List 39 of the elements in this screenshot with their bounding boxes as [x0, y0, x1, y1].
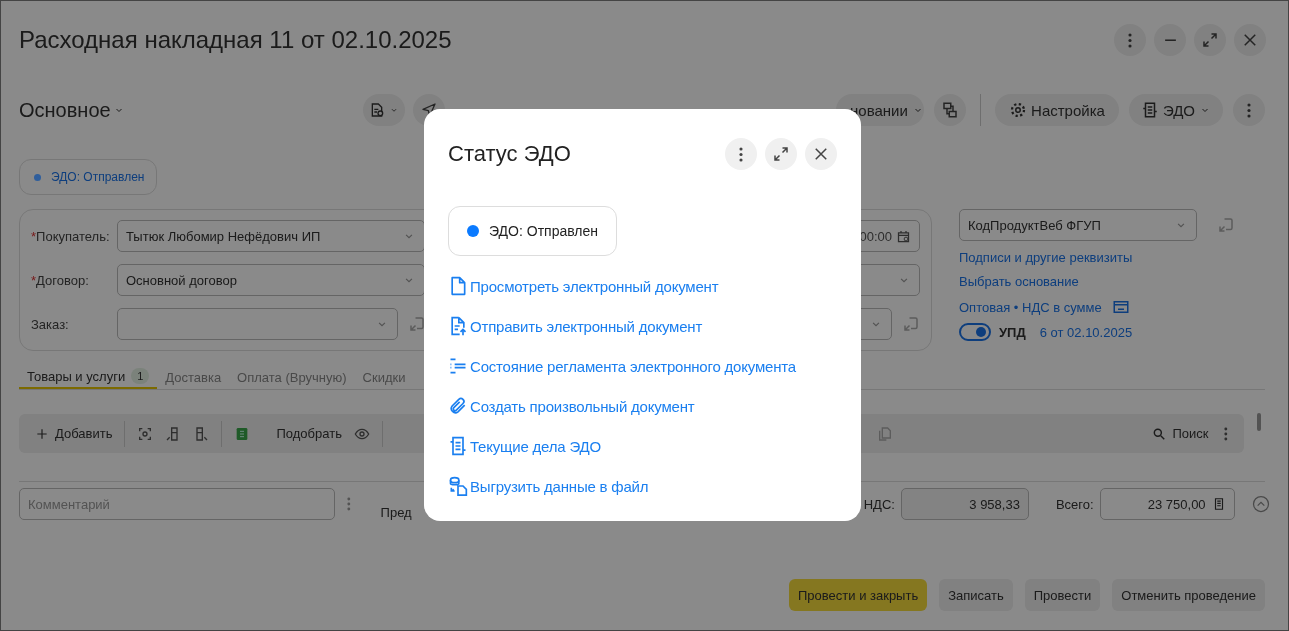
edo-button[interactable]: ЭДО [1128, 94, 1223, 126]
field-label: *Договор: [31, 272, 90, 288]
upd-label: УПД [999, 324, 1026, 340]
settings-button[interactable]: Настройка [995, 94, 1119, 126]
action-button[interactable]: Отменить проведение [1112, 579, 1265, 611]
vat-label: НДС: [863, 496, 895, 512]
upd-link[interactable]: 6 от 02.10.2025 [1039, 324, 1133, 340]
window-title: Расходная накладная 11 от 02.10.2025 [19, 26, 452, 54]
count-badge: 1 [131, 368, 150, 384]
tab[interactable]: Доставка [157, 365, 230, 389]
total-field: 23 750,00 [1099, 488, 1235, 520]
dialog-link[interactable]: Состояние регламента электронного документа [470, 357, 796, 375]
link[interactable]: Оптовая • НДС в сумме [959, 299, 1102, 315]
action-button[interactable]: Записать [939, 579, 1013, 611]
action-button[interactable]: Провести и закрыть [789, 579, 928, 611]
edo-status-chip: ЭДО: Отправлен [448, 206, 617, 256]
add-button[interactable]: Добавить [29, 426, 119, 441]
search-button[interactable]: Поиск [1146, 426, 1215, 441]
edo-status-chip[interactable]: ЭДО: Отправлен [19, 159, 158, 195]
section-dropdown[interactable]: Основное [19, 98, 125, 122]
field-label: *Покупатель: [31, 228, 111, 244]
dialog-link[interactable]: Выгрузить данные в файл [470, 477, 649, 495]
field-label: Заказ: [31, 316, 70, 332]
organization-select[interactable]: КодПродуктВеб ФГУП [959, 209, 1197, 241]
dialog-link[interactable]: Просмотреть электронный документ [470, 277, 719, 295]
tab[interactable]: Товары и услуги 1 [19, 365, 158, 389]
total-label: Всего: [1055, 496, 1094, 512]
tab[interactable]: Скидки [354, 365, 414, 389]
dialog-link[interactable]: Отправить электронный документ [470, 317, 703, 335]
action-button[interactable]: Провести [1024, 579, 1101, 611]
dialog-link[interactable]: Текущие дела ЭДО [470, 437, 601, 455]
pick-button[interactable]: Подобрать [270, 426, 348, 441]
field-label: Пред [380, 504, 412, 520]
tab[interactable]: Оплата (Вручную) [229, 365, 355, 389]
vat-field: 3 958,33 [900, 488, 1029, 520]
link[interactable]: Выбрать основание [959, 274, 1079, 289]
dialog-link[interactable]: Создать произвольный документ [470, 397, 695, 415]
dialog-title: Статус ЭДО [448, 141, 571, 167]
link[interactable]: Подписи и другие реквизиты [959, 250, 1133, 265]
